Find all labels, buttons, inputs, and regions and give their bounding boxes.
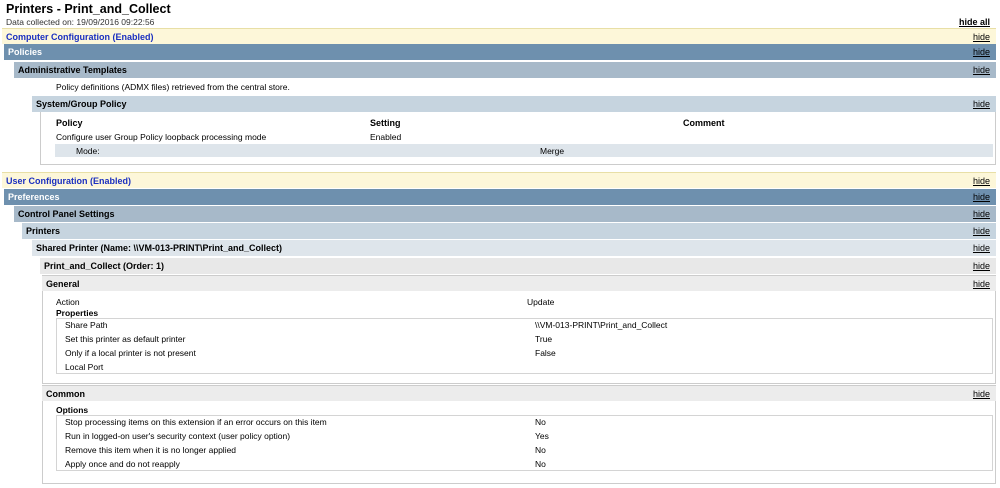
- user-configuration-title: User Configuration (Enabled): [6, 176, 132, 186]
- system-group-policy-header[interactable]: System/Group Policy hide: [32, 96, 996, 112]
- options-title: Options: [56, 405, 89, 415]
- computer-configuration-title: Computer Configuration (Enabled): [6, 32, 154, 42]
- control-panel-settings-title: Control Panel Settings: [18, 209, 115, 219]
- print-and-collect-title: Print_and_Collect (Order: 1): [44, 261, 165, 271]
- option-value: No: [535, 445, 546, 455]
- option-label: Apply once and do not reapply: [65, 459, 180, 469]
- option-value: Yes: [535, 431, 549, 441]
- preferences-header[interactable]: Preferences hide: [4, 189, 996, 205]
- mode-value: Merge: [540, 146, 565, 156]
- hide-link[interactable]: hide: [973, 189, 990, 205]
- hide-link[interactable]: hide: [973, 240, 990, 256]
- option-label: Run in logged-on user's security context…: [65, 431, 291, 441]
- general-panel: Action Update Properties Share Path \\VM…: [42, 291, 996, 384]
- mode-row: Mode: Merge: [55, 144, 993, 157]
- general-title: General: [46, 279, 80, 289]
- hide-link[interactable]: hide: [973, 386, 990, 402]
- control-panel-settings-header[interactable]: Control Panel Settings hide: [14, 206, 996, 222]
- hide-link[interactable]: hide: [973, 206, 990, 222]
- administrative-templates-title: Administrative Templates: [18, 65, 127, 75]
- column-header-policy: Policy: [56, 118, 83, 128]
- policy-table: Policy Setting Comment Configure user Gr…: [40, 112, 996, 165]
- admx-note-panel: Policy definitions (ADMX files) retrieve…: [14, 78, 996, 96]
- option-value: No: [535, 459, 546, 469]
- preferences-title: Preferences: [8, 192, 60, 202]
- data-collected-timestamp: Data collected on: 19/09/2016 09:22:56: [6, 17, 155, 27]
- column-header-comment: Comment: [683, 118, 725, 128]
- policies-title: Policies: [8, 47, 43, 57]
- printers-header[interactable]: Printers hide: [22, 223, 996, 239]
- property-value: False: [535, 348, 556, 358]
- action-value: Update: [527, 297, 555, 307]
- common-panel: Options Stop processing items on this ex…: [42, 401, 996, 484]
- property-label: Only if a local printer is not present: [65, 348, 196, 358]
- computer-configuration-header[interactable]: Computer Configuration (Enabled) hide: [2, 28, 996, 44]
- hide-link[interactable]: hide: [973, 44, 990, 60]
- hide-link[interactable]: hide: [973, 29, 990, 45]
- policy-name: Configure user Group Policy loopback pro…: [56, 132, 267, 142]
- common-header[interactable]: Common hide: [42, 385, 996, 401]
- property-label: Local Port: [65, 362, 104, 372]
- options-table: Stop processing items on this extension …: [56, 415, 993, 471]
- hide-link[interactable]: hide: [973, 173, 990, 189]
- properties-table: Share Path \\VM-013-PRINT\Print_and_Coll…: [56, 318, 993, 374]
- option-label: Stop processing items on this extension …: [65, 417, 327, 427]
- page-title: Printers - Print_and_Collect: [6, 2, 171, 16]
- printers-title: Printers: [26, 226, 61, 236]
- general-header[interactable]: General hide: [42, 275, 996, 291]
- common-title: Common: [46, 389, 85, 399]
- property-value: True: [535, 334, 553, 344]
- hide-link[interactable]: hide: [973, 223, 990, 239]
- policy-setting: Enabled: [370, 132, 402, 142]
- hide-all-link[interactable]: hide all: [959, 17, 990, 27]
- property-label: Set this printer as default printer: [65, 334, 186, 344]
- user-configuration-header[interactable]: User Configuration (Enabled) hide: [2, 172, 996, 188]
- hide-link[interactable]: hide: [973, 96, 990, 112]
- mode-label: Mode:: [76, 146, 100, 156]
- action-label: Action: [56, 297, 80, 307]
- option-label: Remove this item when it is no longer ap…: [65, 445, 237, 455]
- policies-header[interactable]: Policies hide: [4, 44, 996, 60]
- option-value: No: [535, 417, 546, 427]
- properties-title: Properties: [56, 308, 99, 318]
- hide-link[interactable]: hide: [973, 276, 990, 292]
- property-value: \\VM-013-PRINT\Print_and_Collect: [535, 320, 668, 330]
- hide-link[interactable]: hide: [973, 258, 990, 274]
- print-and-collect-header[interactable]: Print_and_Collect (Order: 1) hide: [40, 258, 996, 274]
- column-header-setting: Setting: [370, 118, 401, 128]
- property-label: Share Path: [65, 320, 108, 330]
- administrative-templates-header[interactable]: Administrative Templates hide: [14, 62, 996, 78]
- shared-printer-title: Shared Printer (Name: \\VM-013-PRINT\Pri…: [36, 243, 283, 253]
- shared-printer-header[interactable]: Shared Printer (Name: \\VM-013-PRINT\Pri…: [32, 240, 996, 256]
- system-group-policy-title: System/Group Policy: [36, 99, 127, 109]
- hide-link[interactable]: hide: [973, 62, 990, 78]
- admx-note: Policy definitions (ADMX files) retrieve…: [56, 82, 290, 92]
